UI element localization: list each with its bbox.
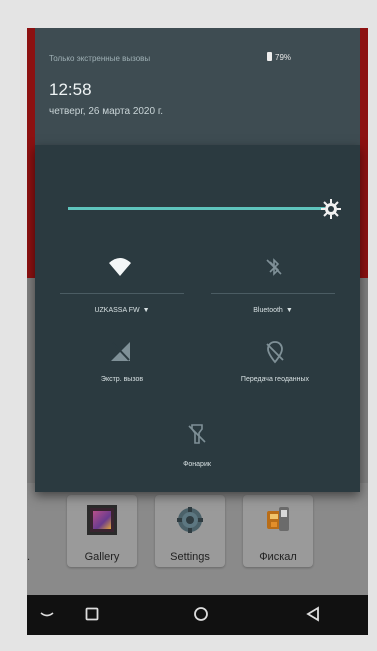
app-settings[interactable]: Settings [155,495,225,567]
emergency-calls-text: Только экстренные вызовы [49,54,151,63]
tile-divider [60,293,184,294]
home-screen: . Gallery Settings Фискал [27,483,368,608]
app-gallery[interactable]: Gallery [67,495,137,567]
brightness-slider[interactable] [68,207,325,210]
back-icon[interactable] [39,610,55,620]
app-label: Settings [170,551,210,563]
flashlight-label[interactable]: Фонарик [135,461,259,468]
screen: . Gallery Settings Фискал Только экстрен… [27,28,368,635]
navigation-bar [27,595,368,635]
emergency-call-label[interactable]: Экстр. вызов [60,376,184,383]
wifi-label[interactable]: UZKASSA FW ▼ [60,307,184,314]
battery-icon [267,52,272,61]
settings-icon [177,507,203,533]
status-header: Только экстренные вызовы 79% 12:58 четве… [35,28,360,145]
battery-status: 79% [267,52,291,62]
fiscal-icon [267,507,289,531]
chevron-down-icon: ▼ [285,307,293,314]
recents-icon[interactable] [85,607,99,621]
wallpaper-edge [27,28,35,278]
wifi-icon[interactable] [108,255,132,279]
bluetooth-label[interactable]: Bluetooth ▼ [211,307,335,314]
clock-time[interactable]: 12:58 [49,80,92,100]
clock-date[interactable]: четверг, 26 марта 2020 г. [49,106,163,117]
app-label: Фискал [259,551,297,563]
app-fiscal[interactable]: Фискал [243,495,313,567]
emergency-call-icon[interactable] [109,340,133,364]
home-icon[interactable] [193,606,209,622]
gallery-icon [87,505,117,535]
chevron-down-icon: ▼ [142,307,150,314]
app-label: Gallery [84,551,120,563]
location-label[interactable]: Передача геоданных [205,376,345,383]
back-triangle-icon[interactable] [305,606,321,622]
tile-divider [211,293,335,294]
brightness-icon[interactable] [320,198,342,220]
flashlight-off-icon[interactable] [185,422,209,446]
location-off-icon[interactable] [263,340,287,364]
battery-percent: 79% [275,53,292,62]
bluetooth-label-text: Bluetooth [253,307,283,314]
bluetooth-off-icon[interactable] [262,255,286,279]
wallpaper-edge [360,28,368,278]
device-frame: . Gallery Settings Фискал Только экстрен… [0,0,377,651]
wifi-network-name: UZKASSA FW [94,307,140,314]
partial-app-label: . [27,551,31,563]
quick-settings-panel: UZKASSA FW ▼ Bluetooth ▼ Экстр. вызов Пе… [35,145,360,492]
